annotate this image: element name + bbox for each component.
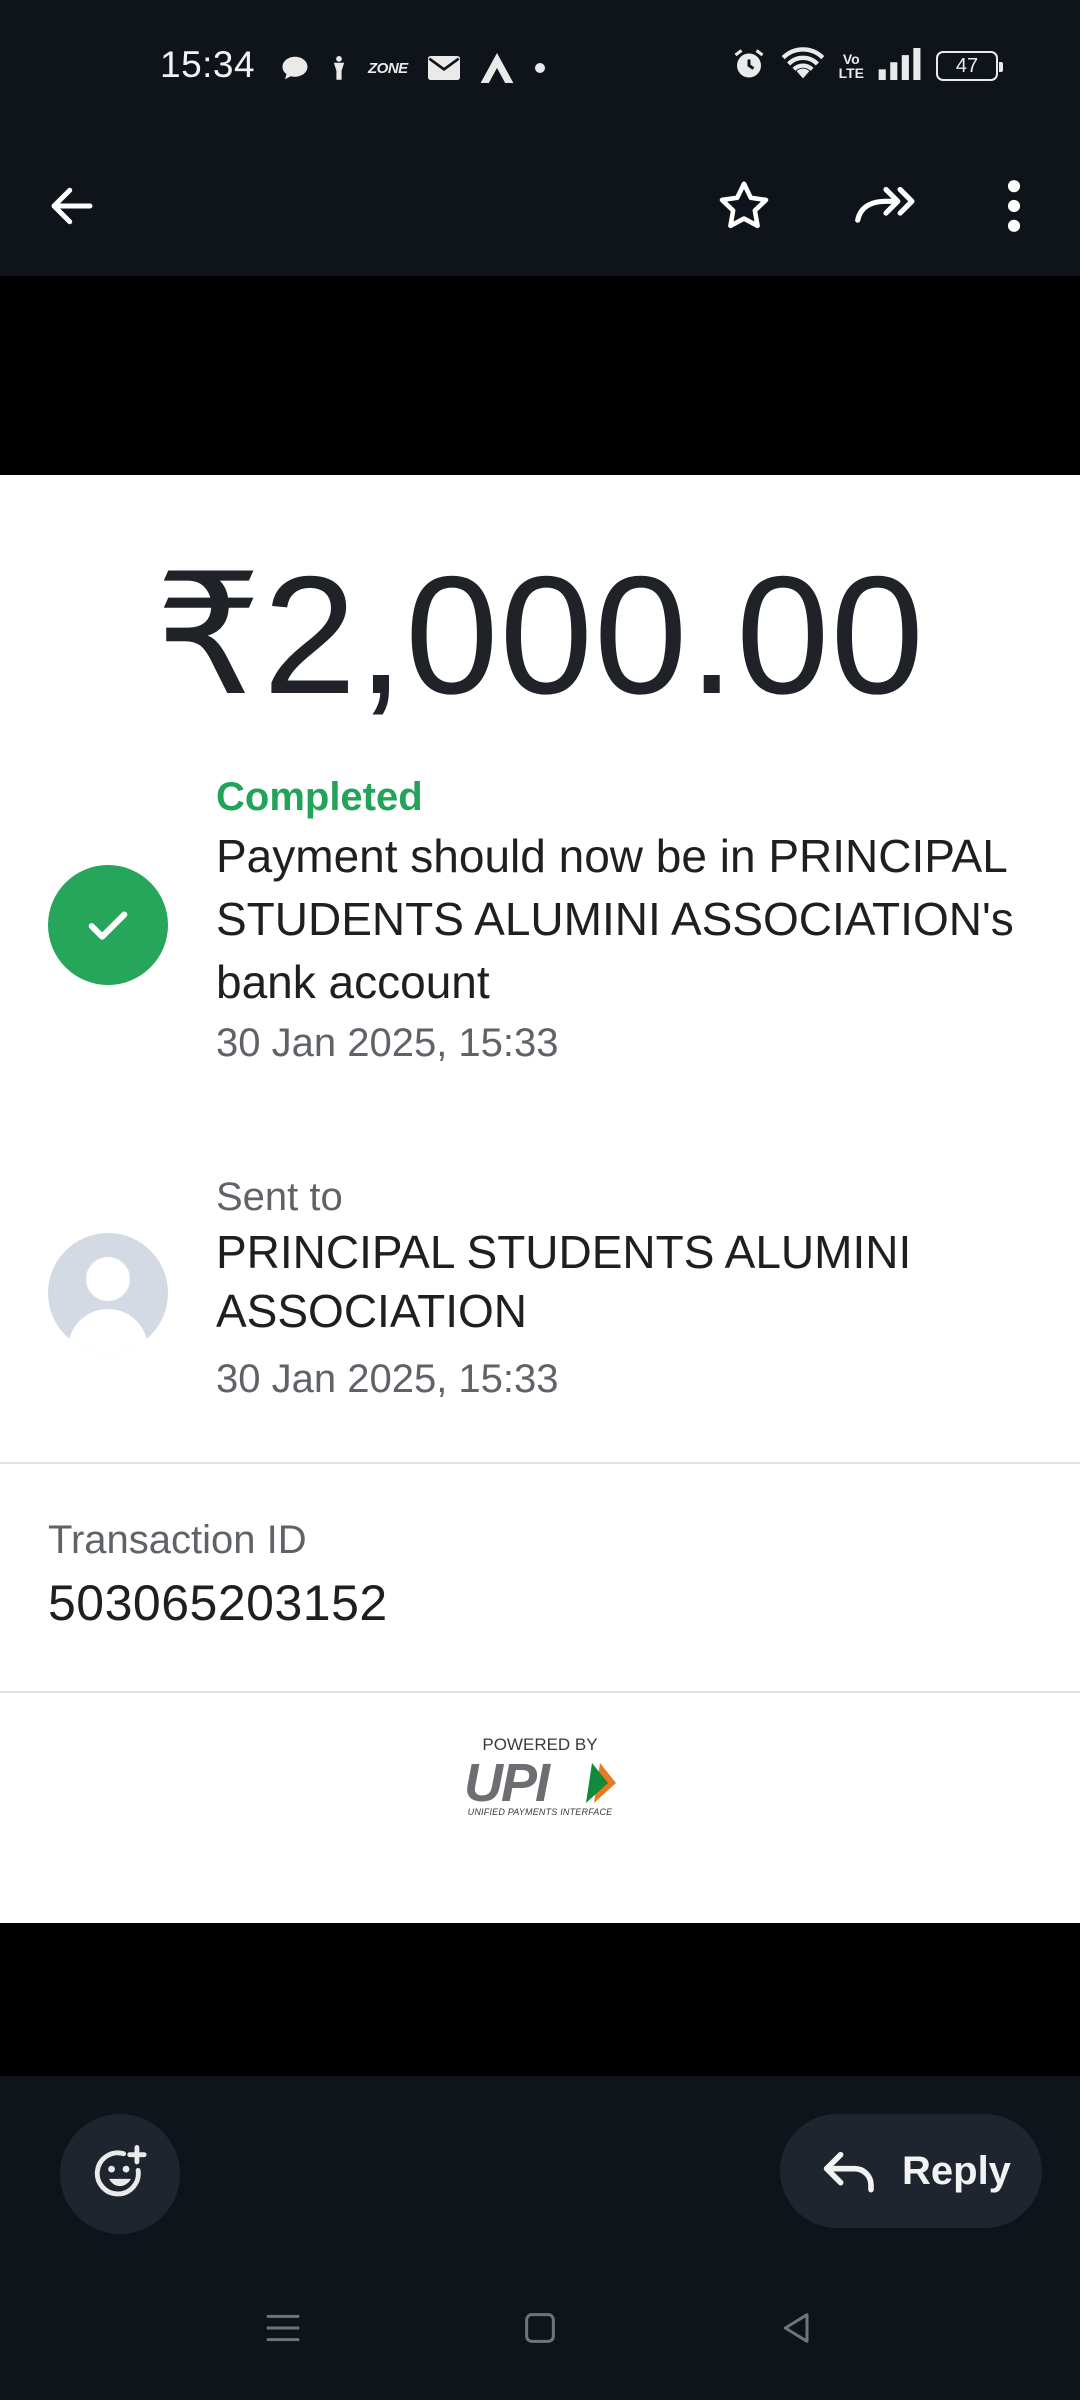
- back-arrow-icon: [51, 187, 93, 225]
- back-button[interactable]: [24, 158, 120, 254]
- volte-indicator: Vo LTE: [838, 51, 864, 81]
- notification-icons: ZONE: [280, 48, 546, 88]
- upi-logo-text: UPI: [464, 1755, 551, 1807]
- star-icon: [719, 181, 769, 229]
- sent-to-label: Sent to: [216, 1175, 343, 1219]
- star-button[interactable]: [696, 158, 792, 254]
- app-bar: [0, 136, 1080, 276]
- avatar: [48, 1233, 168, 1353]
- reply-label: Reply: [902, 2148, 1011, 2193]
- zone-icon: ZONE: [368, 50, 408, 86]
- add-reaction-button[interactable]: [60, 2114, 180, 2234]
- recipient-row: Sent to PRINCIPAL STUDENTS ALUMINI ASSOC…: [0, 1175, 1080, 1415]
- system-icons: Vo LTE 47: [731, 44, 1003, 88]
- figure-icon: [330, 50, 348, 86]
- signal-icon: [878, 47, 922, 85]
- recents-button[interactable]: [243, 2288, 323, 2368]
- reply-arrow-icon: [823, 2151, 874, 2193]
- mail-icon: [427, 50, 460, 86]
- status-time: 15:34: [160, 44, 256, 85]
- wifi-icon: [781, 46, 825, 87]
- upi-powered-by: POWERED BY: [482, 1735, 598, 1754]
- top-black-band: [0, 276, 1080, 475]
- avatar-body: [68, 1309, 148, 1353]
- status-timestamp: 30 Jan 2025, 15:33: [216, 1021, 559, 1065]
- upi-subtitle: UNIFIED PAYMENTS INTERFACE: [467, 1807, 613, 1817]
- chat-bubble-icon: [280, 50, 310, 86]
- more-vert-icon: [1007, 180, 1021, 232]
- dot-icon: [534, 50, 546, 86]
- divider: [0, 1462, 1080, 1464]
- divider: [0, 1691, 1080, 1693]
- status-message: Payment should now be in PRINCIPAL STUDE…: [216, 830, 1014, 1008]
- back-nav-button[interactable]: [757, 2288, 837, 2368]
- recipient-timestamp: 30 Jan 2025, 15:33: [216, 1357, 559, 1401]
- add-emoji-icon: [94, 2145, 147, 2197]
- zone-text: ZONE: [368, 59, 408, 77]
- transaction-id-value: 503065203152: [48, 1575, 388, 1631]
- upi-wordmark-icon: UPI: [464, 1755, 616, 1807]
- menu-icon: [266, 2314, 300, 2342]
- reply-button[interactable]: Reply: [780, 2114, 1042, 2228]
- system-nav-bar: [0, 2250, 1080, 2400]
- more-options-button[interactable]: [966, 158, 1062, 254]
- home-square-icon: [525, 2313, 555, 2343]
- recipient-name: PRINCIPAL STUDENTS ALUMINI ASSOCIATION: [216, 1226, 912, 1337]
- payment-card[interactable]: ₹2,000.00 Completed Payment should now b…: [0, 475, 1080, 1923]
- arrow-logo-icon: [480, 50, 514, 86]
- alarm-icon: [731, 46, 767, 87]
- payment-amount: ₹2,000.00: [155, 541, 925, 729]
- home-button[interactable]: [500, 2288, 580, 2368]
- forward-button[interactable]: [838, 158, 934, 254]
- battery-indicator: 47: [936, 51, 1003, 81]
- status-bar: 15:34 ZONE Vo LTE 47: [0, 0, 1080, 136]
- status-label: Completed: [216, 775, 423, 819]
- bottom-black-band: [0, 1923, 1080, 2076]
- back-triangle-icon: [783, 2313, 809, 2343]
- success-check-icon: [48, 865, 168, 985]
- forward-icon: [855, 186, 915, 223]
- upi-logo: POWERED BY UPI UNIFIED PAYMENTS INTERFAC…: [460, 1735, 620, 1825]
- transaction-id-label: Transaction ID: [48, 1518, 307, 1562]
- payment-status-row: Completed Payment should now be in PRINC…: [0, 775, 1080, 1065]
- avatar-head: [86, 1257, 130, 1301]
